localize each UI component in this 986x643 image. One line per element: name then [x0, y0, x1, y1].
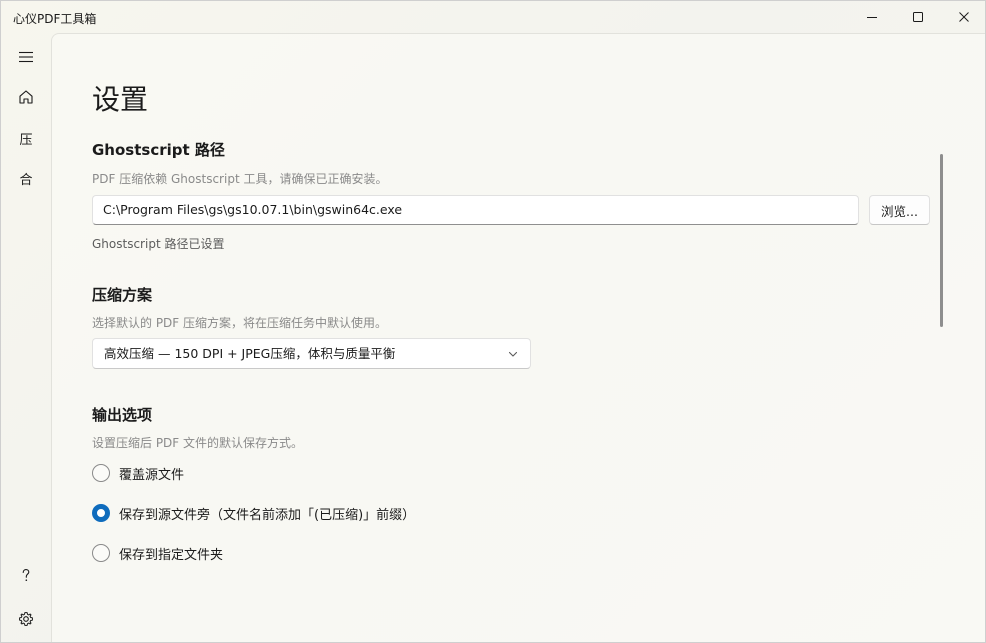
ghostscript-path-input[interactable]: C:\Program Files\gs\gs10.07.1\bin\gswin6…	[92, 195, 859, 225]
nav-merge-label: 合	[19, 172, 33, 188]
nav-item-settings[interactable]	[6, 601, 46, 637]
help-icon	[22, 569, 30, 581]
gear-icon	[19, 612, 33, 626]
radio-option-save-beside-source[interactable]: 保存到源文件旁（文件名前添加「(已压缩)」前缀）	[92, 501, 415, 525]
nav-item-compress[interactable]: 压	[6, 120, 46, 156]
app-window: 心仪PDF工具箱 压 合 设置 Ghostscript 路径 PDF 压缩依赖 …	[0, 0, 986, 643]
hamburger-icon	[19, 51, 33, 63]
compression-description: 选择默认的 PDF 压缩方案，将在压缩任务中默认使用。	[92, 316, 388, 330]
radio-label: 保存到源文件旁（文件名前添加「(已压缩)」前缀）	[119, 507, 416, 523]
radio-label: 保存到指定文件夹	[119, 547, 224, 563]
radio-option-save-to-folder[interactable]: 保存到指定文件夹	[92, 541, 223, 565]
browse-button[interactable]: 浏览...	[869, 195, 930, 225]
minimize-icon	[867, 17, 877, 18]
radio-button[interactable]	[92, 544, 110, 562]
title-bar[interactable]: 心仪PDF工具箱	[1, 1, 985, 33]
compression-section-title: 压缩方案	[92, 286, 153, 304]
nav-item-home[interactable]	[6, 79, 46, 115]
nav-menu-button[interactable]	[6, 39, 46, 75]
nav-item-help[interactable]	[6, 557, 46, 593]
app-title: 心仪PDF工具箱	[13, 12, 97, 26]
radio-button[interactable]	[92, 464, 110, 482]
nav-compress-label: 压	[19, 132, 33, 148]
radio-button-selected[interactable]	[92, 504, 110, 522]
page-title: 设置	[92, 83, 149, 116]
compression-scheme-select[interactable]: 高效压缩 — 150 DPI + JPEG压缩，体积与质量平衡	[92, 338, 531, 369]
ghostscript-description: PDF 压缩依赖 Ghostscript 工具，请确保已正确安装。	[92, 172, 388, 186]
nav-rail: 压 合	[1, 33, 51, 642]
output-description: 设置压缩后 PDF 文件的默认保存方式。	[92, 436, 304, 450]
maximize-button[interactable]	[895, 1, 941, 33]
settings-page: 设置 Ghostscript 路径 PDF 压缩依赖 Ghostscript 工…	[51, 33, 985, 642]
nav-item-merge[interactable]: 合	[6, 160, 46, 196]
chevron-down-icon	[508, 351, 518, 357]
output-section-title: 输出选项	[92, 406, 153, 424]
compression-selected-value: 高效压缩 — 150 DPI + JPEG压缩，体积与质量平衡	[104, 346, 396, 361]
close-button[interactable]	[941, 1, 986, 33]
radio-label: 覆盖源文件	[119, 467, 185, 483]
minimize-button[interactable]	[849, 1, 895, 33]
home-icon	[19, 90, 33, 104]
maximize-icon	[913, 12, 923, 22]
vertical-scrollbar[interactable]	[940, 154, 943, 327]
close-icon	[959, 12, 969, 22]
ghostscript-status: Ghostscript 路径已设置	[92, 237, 225, 251]
ghostscript-section-title: Ghostscript 路径	[92, 141, 225, 159]
radio-option-overwrite[interactable]: 覆盖源文件	[92, 461, 184, 485]
